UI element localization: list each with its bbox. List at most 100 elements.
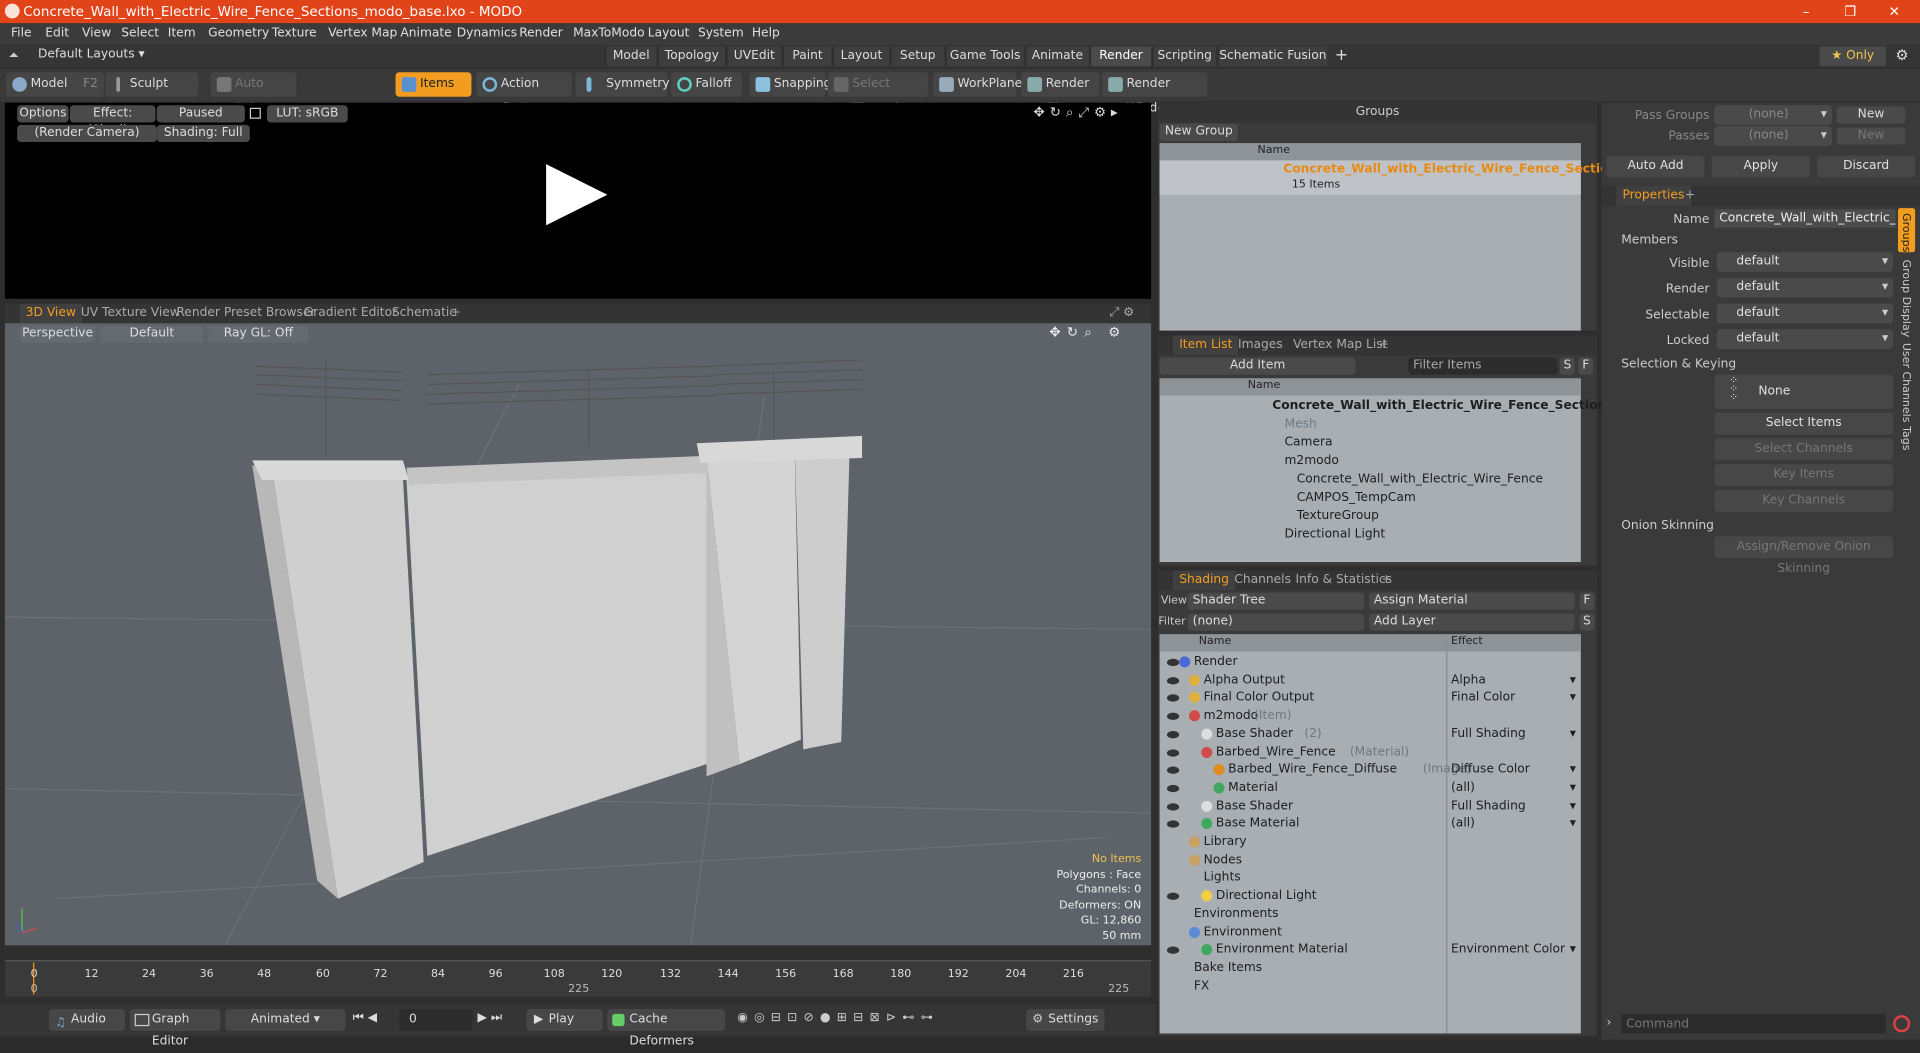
shader-row-effect[interactable]: Full Shading <box>1451 725 1526 743</box>
effect-dropdown-icon[interactable]: ▾ <box>1570 761 1576 779</box>
menu-layout[interactable]: Layout <box>648 27 690 40</box>
shader-tree-dropdown[interactable]: Shader Tree <box>1187 592 1365 610</box>
shader-row[interactable]: Base Shader Full Shading ▾ <box>1160 797 1581 815</box>
gear-icon[interactable]: ⚙ <box>1896 47 1909 64</box>
menu-vertex-map[interactable]: Vertex Map <box>328 27 397 40</box>
shader-row-effect[interactable]: Diffuse Color <box>1451 761 1530 779</box>
shader-row[interactable]: Base Material (all) ▾ <box>1160 815 1581 833</box>
selection-keying-section[interactable]: Selection & Keying <box>1621 358 1736 371</box>
selectable-dropdown[interactable]: default <box>1716 303 1894 324</box>
menu-edit[interactable]: Edit <box>45 27 69 40</box>
tab-animate[interactable]: Animate <box>1024 46 1089 67</box>
group-item-name[interactable]: Concrete_Wall_with_Electric_Wire_Fence_S… <box>1283 163 1631 176</box>
tab-channels[interactable]: Channels <box>1228 571 1297 591</box>
eye-icon[interactable] <box>1166 766 1180 775</box>
shader-row-effect[interactable]: Full Shading <box>1451 797 1526 815</box>
add-shading-tab-icon[interactable]: + <box>1381 571 1391 591</box>
visible-dropdown[interactable]: default <box>1716 252 1894 272</box>
playback-end-icons[interactable]: ▶ ⏭ <box>478 1011 502 1024</box>
default-layouts-dropdown[interactable]: Default Layouts ▾ <box>38 48 145 61</box>
shader-row[interactable]: Directional Light <box>1160 887 1581 905</box>
new-pass-group-button[interactable]: New <box>1836 106 1906 124</box>
item-row-m2modo[interactable]: m2modo <box>1285 452 1339 470</box>
render-button[interactable]: Render F9 <box>1021 72 1100 115</box>
assign-material-button[interactable]: Assign Material <box>1368 592 1575 610</box>
add-prop-tab-icon[interactable]: + <box>1685 186 1695 206</box>
menu-dynamics[interactable]: Dynamics <box>457 27 517 40</box>
side-tab-group-display[interactable]: Group Display <box>1899 260 1911 338</box>
tab-scripting[interactable]: Scripting <box>1152 46 1216 67</box>
tab-shading[interactable]: Shading <box>1173 570 1236 591</box>
render-camera-dropdown[interactable]: (Render Camera) <box>17 124 157 143</box>
paused-button[interactable]: Paused <box>156 105 245 123</box>
shader-row-effect[interactable]: (all) <box>1451 779 1475 797</box>
add-item-dropdown[interactable]: Add Item <box>1159 357 1356 375</box>
tab-model[interactable]: Model <box>604 46 657 67</box>
playback-start-icons[interactable]: ⏮ ◀ <box>353 1011 377 1024</box>
shader-row[interactable]: Library <box>1160 833 1581 851</box>
tab-paint[interactable]: Paint <box>782 46 832 67</box>
eye-icon[interactable] <box>1166 676 1180 685</box>
shader-row[interactable]: Render <box>1160 653 1581 671</box>
play-render-icon[interactable] <box>544 162 610 228</box>
filter-items-input[interactable]: Filter Items <box>1408 357 1558 375</box>
model-button[interactable]: Model F2 <box>6 72 105 97</box>
close-button[interactable]: ✕ <box>1876 1 1913 22</box>
menu-render[interactable]: Render <box>519 27 563 40</box>
maximize-button[interactable]: ❐ <box>1832 1 1869 22</box>
shader-row[interactable]: Environment <box>1160 923 1581 941</box>
add-tab-icon[interactable]: + <box>1335 47 1348 65</box>
shading-f-button[interactable]: F <box>1579 592 1595 610</box>
shader-row-effect[interactable]: Alpha <box>1451 671 1486 689</box>
tab-schematic-fusion[interactable]: Schematic Fusion <box>1217 46 1328 67</box>
eye-icon[interactable] <box>1166 712 1180 721</box>
shader-row[interactable]: m2modo (Item) <box>1160 707 1581 725</box>
minimize-button[interactable]: – <box>1788 1 1825 22</box>
render-dropdown[interactable]: default <box>1716 277 1894 298</box>
shader-row[interactable]: Barbed_Wire_Fence_Diffuse (Image) Diffuse … <box>1160 761 1581 779</box>
shader-row[interactable]: Nodes <box>1160 851 1581 869</box>
tab-3d-view[interactable]: 3D View <box>19 303 83 324</box>
members-section[interactable]: Members <box>1621 234 1678 247</box>
pass-groups-dropdown[interactable]: (none) <box>1714 105 1832 125</box>
item-row-wall[interactable]: Concrete_Wall_with_Electric_Wire_Fence <box>1297 470 1543 488</box>
assign-onion-button[interactable]: Assign/Remove Onion Skinning <box>1714 536 1894 576</box>
item-row-scene[interactable]: Concrete_Wall_with_Electric_Wire_Fence_S… <box>1272 397 1631 415</box>
shader-row[interactable]: Alpha Output Alpha ▾ <box>1160 671 1581 689</box>
add-layer-dropdown[interactable]: Add Layer <box>1368 613 1575 631</box>
3d-viewport[interactable]: Perspective Default Ray GL: Off ✥↻⌕ ⚙ No… <box>4 323 1152 946</box>
menu-maxtomodo[interactable]: MaxToModo <box>573 27 645 40</box>
workplane-button[interactable]: WorkPlane <box>933 72 1022 97</box>
select-through-button[interactable]: Select Through <box>827 72 929 115</box>
items-button[interactable]: Items <box>395 72 472 97</box>
eye-icon[interactable] <box>1166 658 1180 667</box>
render-view-icons[interactable]: ✥↻⌕⤢⚙▸ <box>1033 104 1122 121</box>
playhead[interactable] <box>33 962 35 995</box>
menu-select[interactable]: Select <box>121 27 159 40</box>
s-button[interactable]: S <box>1560 357 1575 375</box>
eye-icon[interactable] <box>1166 730 1180 739</box>
eye-icon[interactable] <box>1166 694 1180 703</box>
item-row-camera[interactable]: Camera <box>1285 433 1333 451</box>
tab-item-list[interactable]: Item List <box>1173 335 1239 356</box>
key-channels-button[interactable]: Key Channels <box>1714 489 1894 512</box>
menu-geometry[interactable]: Geometry <box>208 27 269 40</box>
tab-layout[interactable]: Layout <box>832 46 889 67</box>
shading-dropdown[interactable]: Shading: Full <box>156 124 250 143</box>
lut-dropdown[interactable]: LUT: sRGB <box>266 105 348 123</box>
menu-view[interactable]: View <box>82 27 111 40</box>
shader-row-effect[interactable]: Environment Color <box>1451 941 1565 959</box>
tab-topology[interactable]: Topology <box>657 46 725 67</box>
key-items-button[interactable]: Key Items <box>1714 464 1894 487</box>
command-input[interactable] <box>1621 1013 1886 1034</box>
shader-row[interactable]: Base Shader (2) Full Shading ▾ <box>1160 725 1581 743</box>
effect-dropdown-icon[interactable]: ▾ <box>1570 815 1576 833</box>
effect-dropdown-icon[interactable]: ▾ <box>1570 671 1576 689</box>
menu-help[interactable]: Help <box>752 27 780 40</box>
shader-row[interactable]: Environment Material Environment Color ▾ <box>1160 941 1581 959</box>
onion-skinning-section[interactable]: Onion Skinning <box>1621 519 1714 532</box>
menu-system[interactable]: System <box>698 27 744 40</box>
add-list-tab-icon[interactable]: + <box>1379 336 1389 356</box>
tab-vertex-map-list[interactable]: Vertex Map List <box>1287 336 1394 356</box>
tab-images[interactable]: Images <box>1232 336 1289 356</box>
